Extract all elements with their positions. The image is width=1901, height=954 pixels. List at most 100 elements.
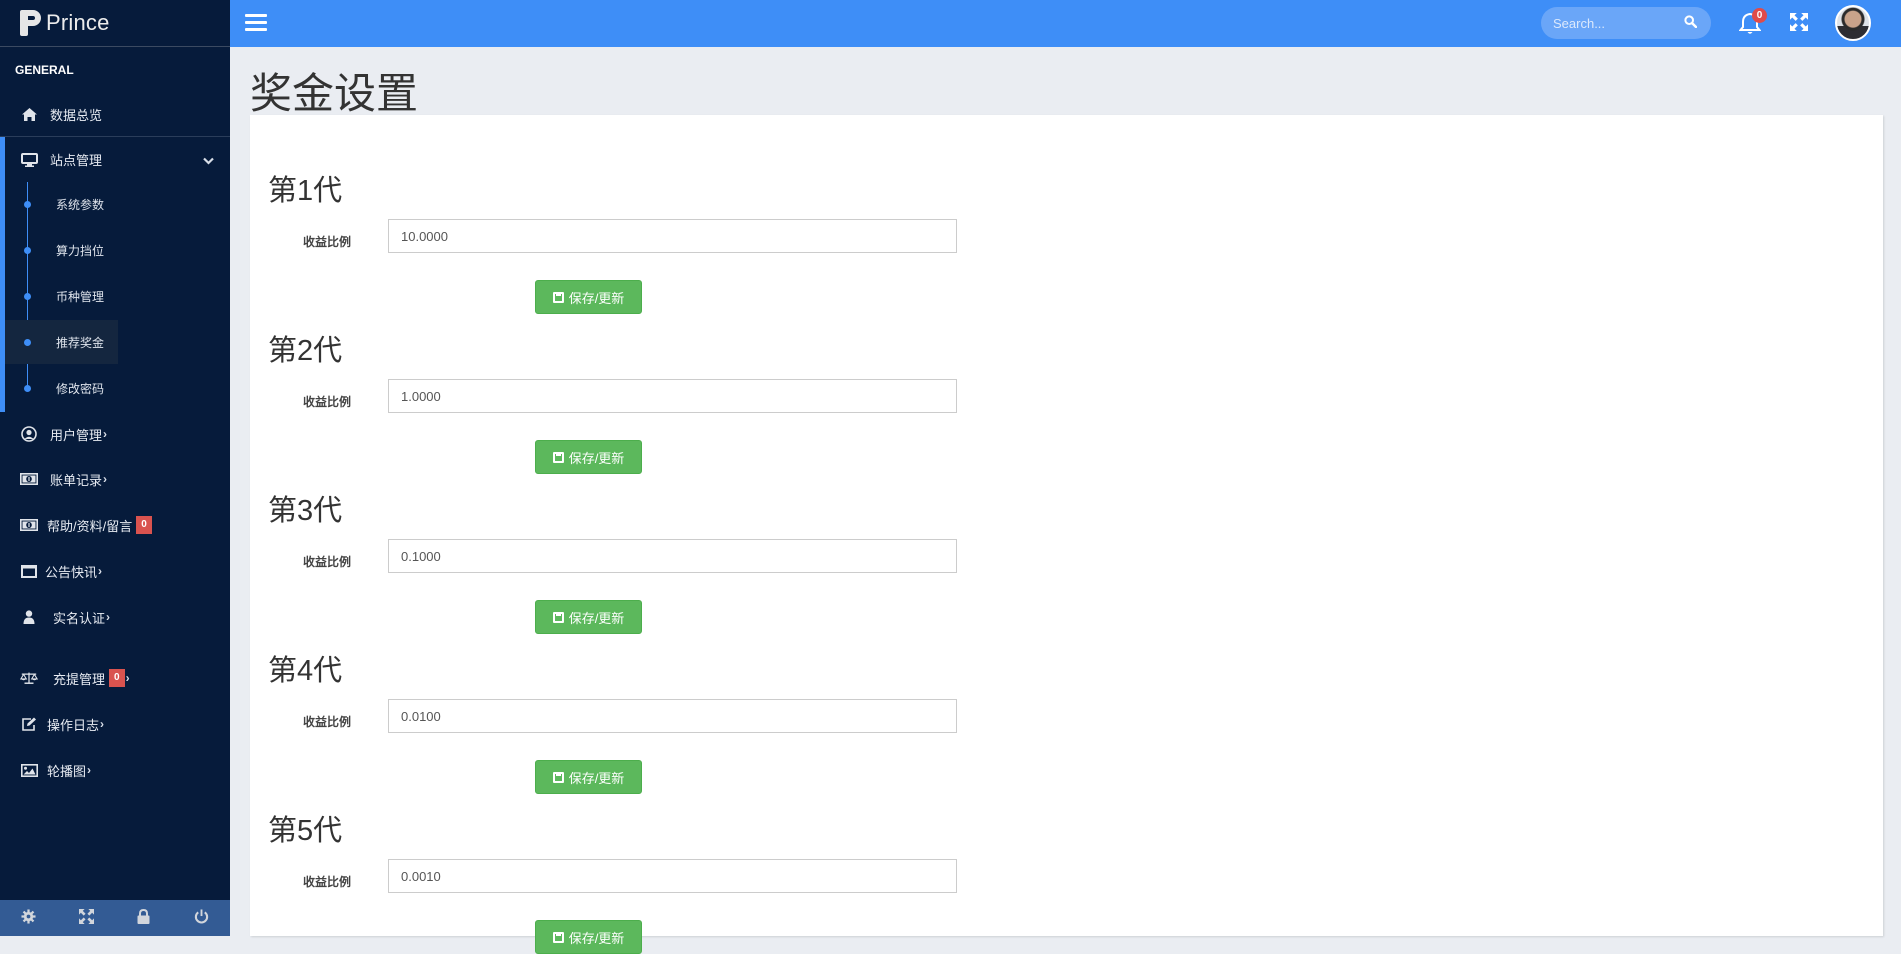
save-update-button[interactable]: 保存/更新 <box>535 920 642 954</box>
save-update-button[interactable]: 保存/更新 <box>535 440 642 474</box>
window-icon <box>20 564 38 578</box>
generation-title: 第3代 <box>268 495 343 527</box>
sidebar-item-label: 公告快讯 <box>45 564 98 580</box>
sidebar-item-dashboard[interactable]: 数据总览 <box>0 92 230 136</box>
gear-icon[interactable] <box>19 908 39 928</box>
bullet-icon <box>24 293 31 300</box>
sidebar-item-deposit-withdraw[interactable]: 充提管理 0 › <box>0 656 230 700</box>
sidebar-footer <box>0 900 230 936</box>
menu-toggle-icon[interactable] <box>245 14 267 32</box>
count-badge: 0 <box>136 516 152 534</box>
brand-logo[interactable]: Prince <box>0 0 230 47</box>
ratio-input[interactable] <box>388 379 957 413</box>
edit-icon <box>20 717 38 731</box>
ratio-input[interactable] <box>388 219 957 253</box>
sidebar-item-site-management[interactable]: 站点管理 <box>0 137 230 182</box>
sidebar-subitem-change-password[interactable]: 修改密码 <box>5 366 104 410</box>
sidebar-item-label: 充提管理 <box>53 671 106 687</box>
brand-name: Prince <box>46 10 110 35</box>
lock-icon[interactable] <box>134 908 154 928</box>
power-icon[interactable] <box>191 908 211 928</box>
sidebar-item-label: 操作日志 <box>47 717 100 733</box>
generation-title: 第1代 <box>268 175 343 207</box>
generation-title: 第4代 <box>268 655 343 687</box>
search-icon[interactable] <box>1684 15 1698 31</box>
subitem-label: 系统参数 <box>56 197 105 212</box>
expand-icon[interactable] <box>76 908 96 928</box>
save-icon <box>552 291 564 303</box>
fullscreen-icon[interactable] <box>1790 13 1810 33</box>
bullet-icon <box>24 247 31 254</box>
generation-title: 第2代 <box>268 335 343 367</box>
user-icon <box>20 610 38 624</box>
subitem-label: 推荐奖金 <box>56 335 105 350</box>
save-icon <box>552 451 564 463</box>
button-label: 保存/更新 <box>568 290 625 306</box>
search-input[interactable] <box>1541 7 1681 39</box>
sidebar-subitem-currency-management[interactable]: 币种管理 <box>5 274 104 318</box>
chevron-right-icon: › <box>103 427 108 441</box>
home-icon <box>20 107 38 121</box>
ratio-input[interactable] <box>388 539 957 573</box>
sidebar-item-label: 实名认证 <box>53 610 106 626</box>
save-update-button[interactable]: 保存/更新 <box>535 760 642 794</box>
field-label: 收益比例 <box>303 715 352 729</box>
button-label: 保存/更新 <box>568 770 625 786</box>
save-icon <box>552 611 564 623</box>
sidebar-item-billing-records[interactable]: 账单记录 › <box>0 457 230 501</box>
sidebar-item-label: 账单记录 <box>50 472 103 488</box>
sidebar-item-announcements[interactable]: 公告快讯 › <box>0 549 230 593</box>
image-icon <box>20 763 38 777</box>
save-icon <box>552 931 564 943</box>
money-icon <box>20 518 38 532</box>
sidebar-item-label: 帮助/资料/留言 <box>47 518 133 534</box>
chevron-right-icon: › <box>125 671 130 685</box>
save-icon <box>552 771 564 783</box>
logo-icon <box>20 8 42 38</box>
chevron-right-icon: › <box>103 472 108 486</box>
bonus-settings-panel: 第1代 收益比例 保存/更新 第2代 收益比例 保存/更新 第3代 收益比例 保… <box>250 115 1883 954</box>
sidebar: Prince GENERAL 数据总览 站点管理 系统参数 算力挡位 币种管理 … <box>0 0 230 936</box>
sidebar-item-help-messages[interactable]: 帮助/资料/留言 0 <box>0 503 230 547</box>
field-label: 收益比例 <box>303 235 352 249</box>
field-label: 收益比例 <box>303 555 352 569</box>
bullet-icon <box>24 385 31 392</box>
sidebar-item-user-management[interactable]: 用户管理 › <box>0 412 230 456</box>
sidebar-subitem-system-params[interactable]: 系统参数 <box>5 182 104 226</box>
ratio-input[interactable] <box>388 859 957 893</box>
count-badge: 0 <box>109 669 125 687</box>
sidebar-item-identity-verification[interactable]: 实名认证 › <box>0 595 230 639</box>
sidebar-subitem-referral-bonus[interactable]: 推荐奖金 <box>5 320 118 364</box>
chevron-down-icon <box>203 153 214 168</box>
user-avatar[interactable] <box>1835 5 1871 41</box>
save-update-button[interactable]: 保存/更新 <box>535 280 642 314</box>
user-circle-icon <box>20 426 38 442</box>
topbar: 0 <box>230 0 1901 47</box>
desktop-icon <box>20 152 38 167</box>
chevron-right-icon: › <box>87 763 92 777</box>
field-label: 收益比例 <box>303 875 352 889</box>
subitem-label: 修改密码 <box>56 381 105 396</box>
notifications-button[interactable]: 0 <box>1739 8 1767 36</box>
section-title-general: GENERAL <box>15 63 74 77</box>
chevron-right-icon: › <box>106 610 111 624</box>
subitem-label: 币种管理 <box>56 289 105 304</box>
chevron-right-icon: › <box>98 564 103 578</box>
save-update-button[interactable]: 保存/更新 <box>535 600 642 634</box>
money-icon <box>20 472 38 486</box>
sidebar-item-label: 用户管理 <box>50 427 103 443</box>
bullet-icon <box>24 201 31 208</box>
button-label: 保存/更新 <box>568 450 625 466</box>
button-label: 保存/更新 <box>568 930 625 946</box>
page-title: 奖金设置 <box>250 70 419 117</box>
sidebar-item-operation-logs[interactable]: 操作日志 › <box>0 702 230 746</box>
sidebar-item-label: 站点管理 <box>50 153 103 168</box>
sidebar-subitem-hashrate-levels[interactable]: 算力挡位 <box>5 228 104 272</box>
sidebar-item-carousel[interactable]: 轮播图 › <box>0 748 230 792</box>
ratio-input[interactable] <box>388 699 957 733</box>
search-box <box>1541 7 1711 39</box>
bullet-icon <box>24 339 31 346</box>
field-label: 收益比例 <box>303 395 352 409</box>
notification-count-badge: 0 <box>1752 8 1767 23</box>
subitem-label: 算力挡位 <box>56 243 105 258</box>
